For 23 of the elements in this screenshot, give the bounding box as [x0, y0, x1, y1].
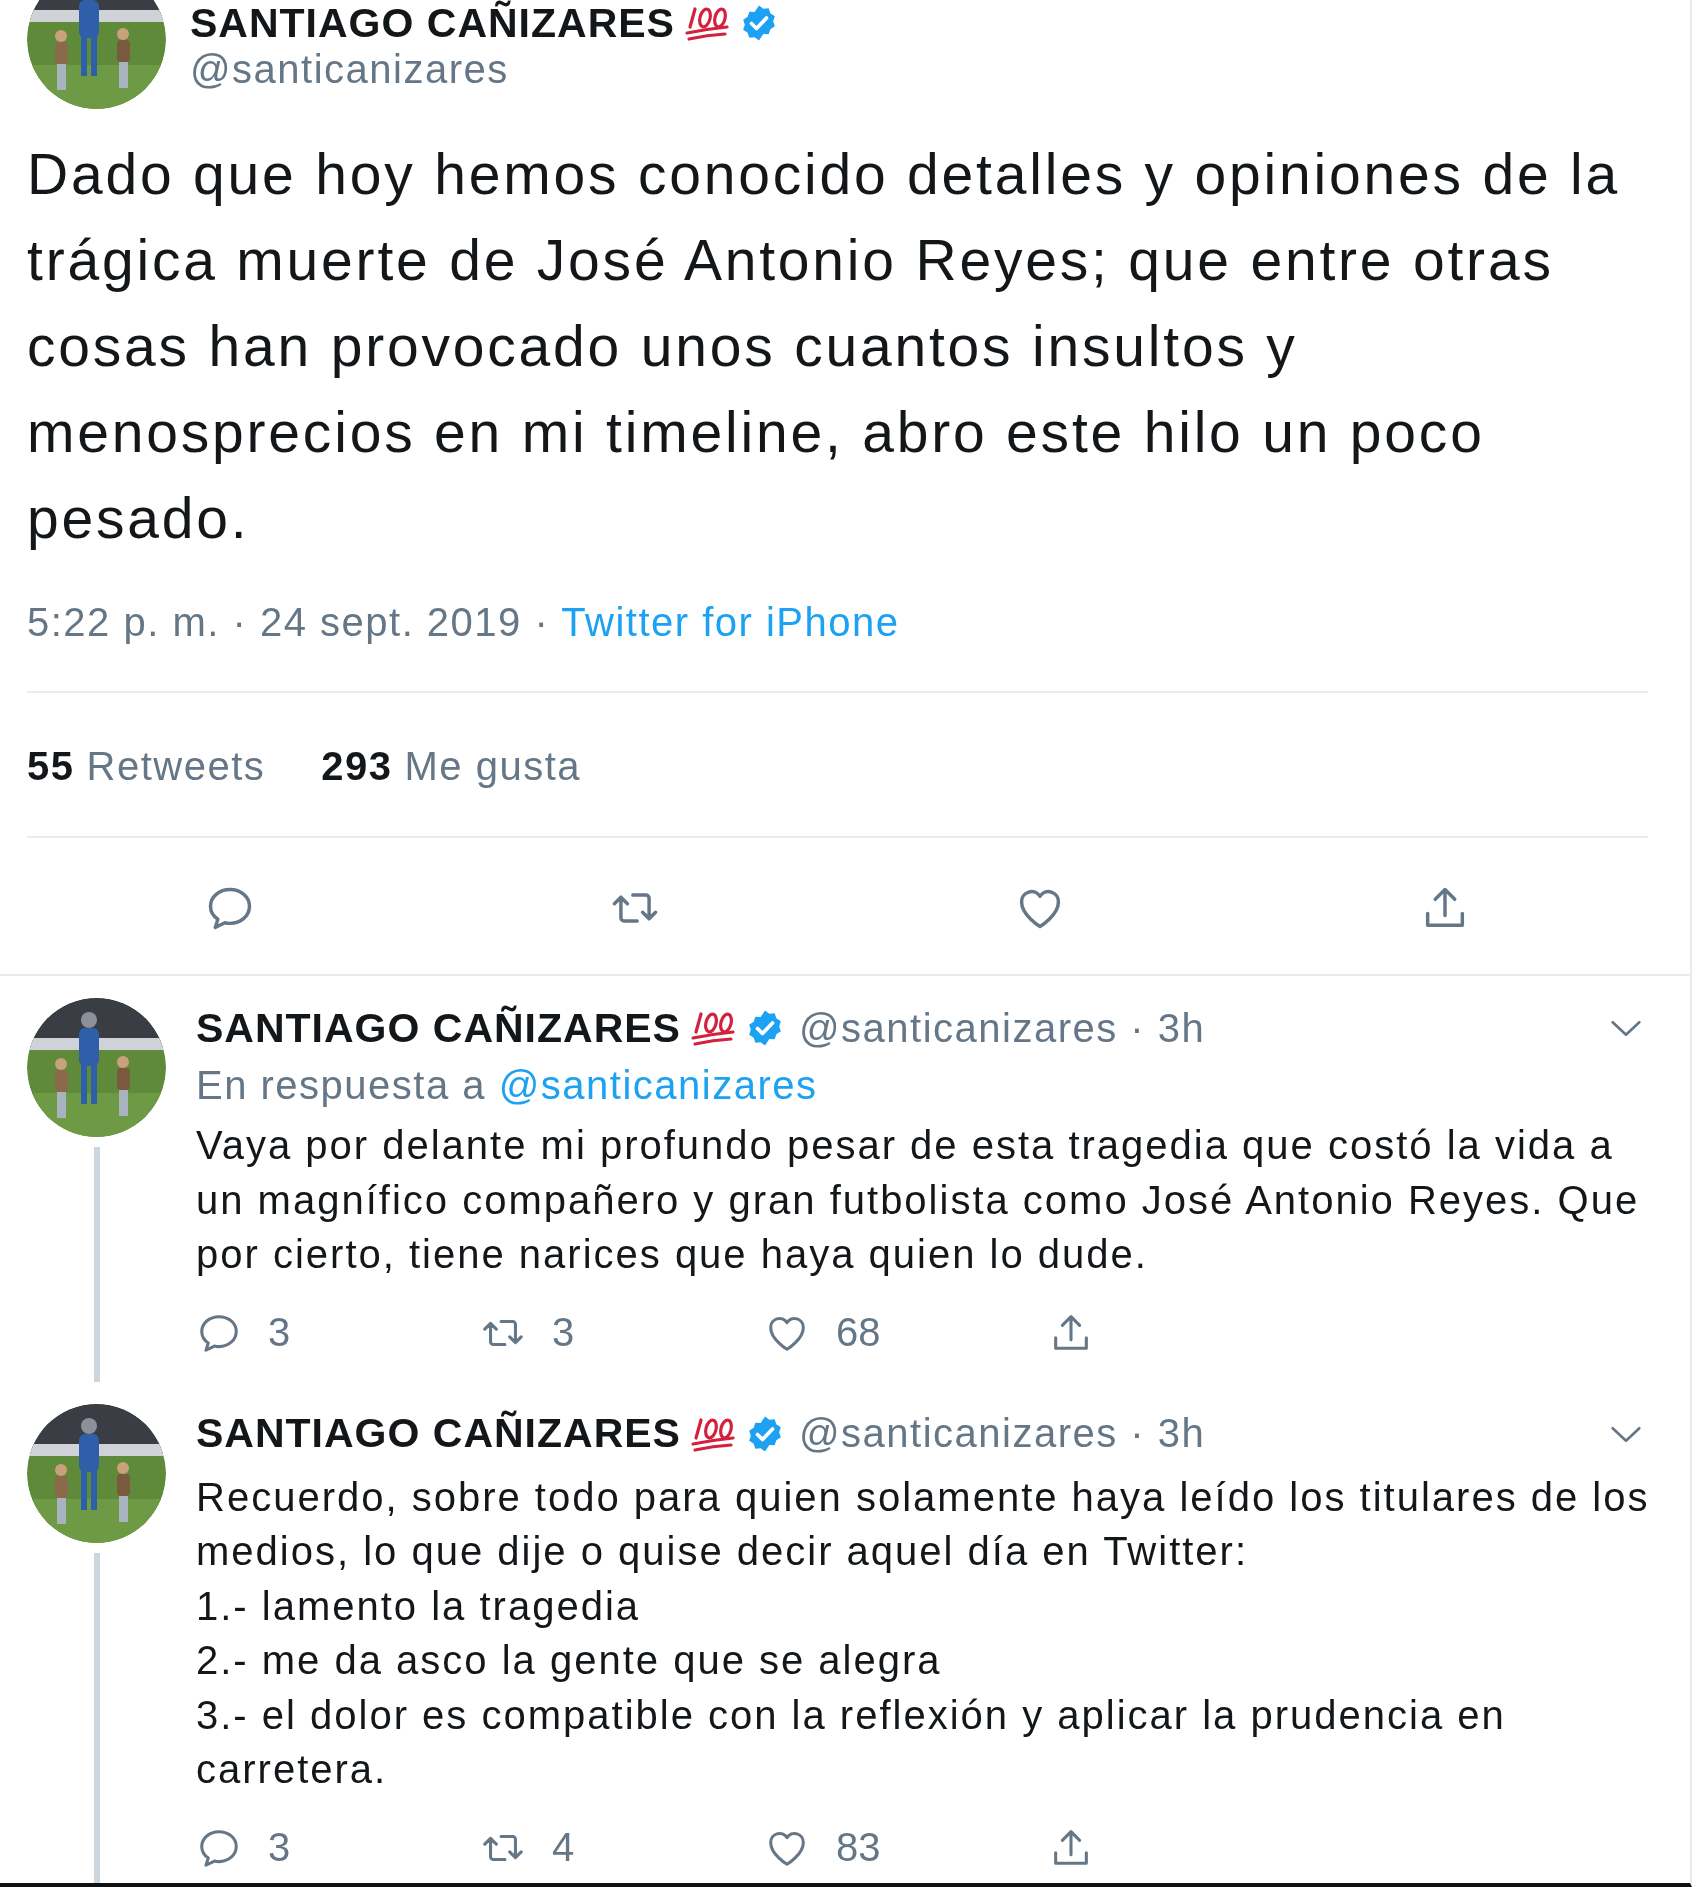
action-count: 3 — [552, 1310, 575, 1355]
action-count: 3 — [268, 1310, 291, 1355]
reply-text: Vaya por delante mi profundo pesar de esta tragedia que costó la vida a un magnífico compañero y gran futbolista como José Antonio Reyes. Que por cierto, tiene narices que haya quien lo dude. — [196, 1122, 1641, 1278]
reply-label: En respuesta a — [196, 1063, 487, 1107]
author-name[interactable]: SANTIAGO CAÑIZARES — [196, 1410, 681, 1457]
handle-and-time: @santicanizares · 3h — [798, 1411, 1206, 1456]
stat-label[interactable]: Me gusta — [404, 743, 582, 789]
action-count: 3 — [268, 1825, 291, 1870]
tweet-text: Dado que hoy hemos conocido detalles y opiniones de la trágica muerte de José Antonio Reyes; que entre otras cosas han provocado unos cuantos insultos y menosprecios en mi timeline, abro este hilo un poco pesado. — [27, 141, 1621, 552]
stat-label[interactable]: Retweets — [86, 743, 266, 789]
author-name[interactable]: SANTIAGO CAÑIZARES — [196, 1004, 681, 1052]
action-count: 68 — [836, 1310, 881, 1355]
reply-text: Recuerdo, sobre todo para quien solamente haya leído los titulares de los medios, lo que dije o quise decir aquel día en Twitter: 1.- lamento la tragedia 2.- me da asco la gente que se alegra 3.- el dolor es compatible con la reflexión y aplicar la prudencia en carretera. — [196, 1473, 1651, 1793]
handle[interactable]: @santicanizares — [190, 46, 509, 92]
source-link[interactable]: Twitter for iPhone — [561, 599, 900, 645]
action-count: 4 — [552, 1825, 575, 1870]
author-name[interactable]: SANTIAGO CAÑIZARES — [190, 0, 675, 47]
action-count: 83 — [836, 1825, 881, 1870]
mention-link[interactable]: @santicanizares — [498, 1063, 818, 1107]
stat-count: 55 — [27, 743, 75, 789]
handle-and-time: @santicanizares · 3h — [798, 1005, 1206, 1051]
timestamp: 5:22 p. m. · 24 sept. 2019 · — [27, 599, 550, 645]
stat-count: 293 — [321, 743, 393, 789]
